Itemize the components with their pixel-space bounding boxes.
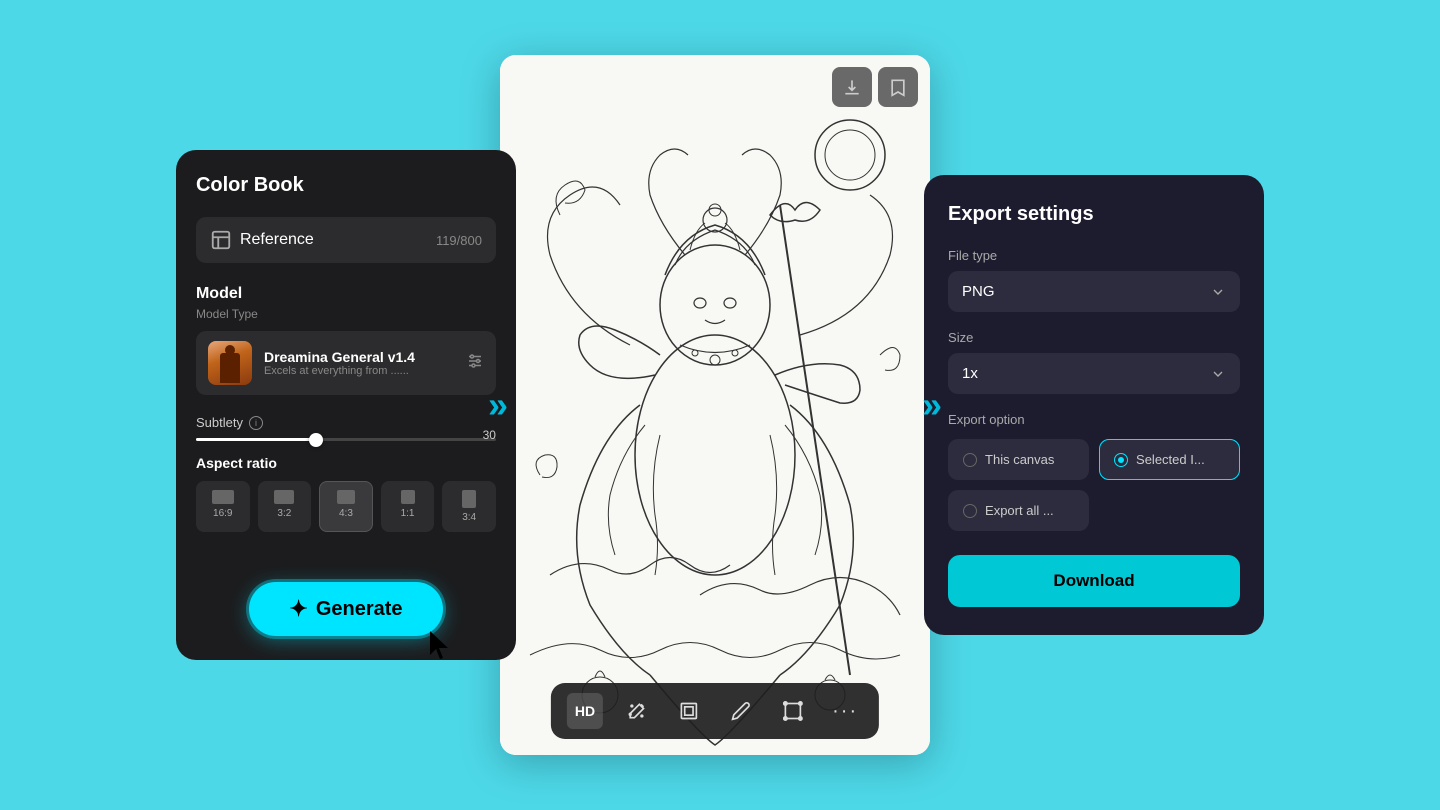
model-name: Dreamina General v1.4 — [264, 349, 454, 365]
export-option-label: Export option — [948, 412, 1240, 427]
generate-wrapper: ✦ Generate — [196, 582, 496, 636]
pen-tool-button[interactable] — [723, 693, 759, 729]
ar-rect-1-1 — [401, 490, 415, 504]
canvas-toolbar-top — [832, 67, 918, 107]
download-button[interactable]: Download — [948, 555, 1240, 607]
more-options-button[interactable]: ··· — [827, 693, 863, 729]
size-label: Size — [948, 330, 1240, 345]
this-canvas-label: This canvas — [985, 452, 1054, 467]
export-all-option[interactable]: Export all ... — [948, 490, 1089, 531]
selected-radio — [1114, 453, 1128, 467]
bookmark-button[interactable] — [878, 67, 918, 107]
export-panel: Export settings File type PNG Size 1x Ex… — [924, 175, 1264, 635]
ar-btn-1-1[interactable]: 1:1 — [381, 481, 435, 532]
left-panel: Color Book Reference 119/800 Model Model… — [176, 150, 516, 660]
generate-button[interactable]: ✦ Generate — [249, 582, 442, 636]
ar-btn-3-4[interactable]: 3:4 — [442, 481, 496, 532]
export-all-radio — [963, 504, 977, 518]
model-info: Dreamina General v1.4 Excels at everythi… — [264, 349, 454, 377]
size-select[interactable]: 1x — [948, 353, 1240, 394]
wand-tool-button[interactable] — [619, 693, 655, 729]
cursor-pointer — [426, 629, 454, 668]
model-card[interactable]: Dreamina General v1.4 Excels at everythi… — [196, 331, 496, 395]
subtlety-slider[interactable]: 30 — [196, 438, 496, 441]
reference-icon — [210, 229, 232, 251]
export-options-grid: This canvas Selected I... Export all ... — [948, 439, 1240, 531]
slider-thumb — [309, 433, 323, 447]
model-thumbnail — [208, 341, 252, 385]
panel-title: Color Book — [196, 174, 496, 197]
aspect-ratio-row: 16:9 3:2 4:3 1:1 3:4 — [196, 481, 496, 532]
left-arrow: » — [488, 384, 508, 425]
info-icon: i — [249, 416, 263, 430]
canvas-art — [500, 55, 930, 755]
ar-label-16-9: 16:9 — [213, 508, 232, 519]
aspect-ratio-label: Aspect ratio — [196, 455, 496, 471]
ar-rect-16-9 — [212, 490, 234, 504]
slider-track — [196, 438, 496, 441]
ar-label-3-2: 3:2 — [277, 508, 291, 519]
export-title: Export settings — [948, 203, 1240, 226]
subtlety-label: Subtlety — [196, 415, 243, 430]
reference-count: 119/800 — [436, 233, 482, 248]
model-settings-icon[interactable] — [466, 352, 484, 375]
selected-label: Selected I... — [1136, 452, 1205, 467]
frame-tool-button[interactable] — [671, 693, 707, 729]
file-type-value: PNG — [962, 283, 995, 300]
right-arrow: » — [922, 384, 942, 425]
left-arrow-connector: » — [488, 384, 508, 426]
file-type-select[interactable]: PNG — [948, 271, 1240, 312]
transform-tool-button[interactable] — [775, 693, 811, 729]
this-canvas-option[interactable]: This canvas — [948, 439, 1089, 480]
model-type-label: Model Type — [196, 307, 496, 321]
reference-left: Reference — [210, 229, 314, 251]
canvas-image — [500, 55, 930, 755]
canvas-toolbar-bottom: HD — [551, 683, 879, 739]
this-canvas-radio — [963, 453, 977, 467]
ar-btn-16-9[interactable]: 16:9 — [196, 481, 250, 532]
file-type-chevron — [1210, 284, 1226, 300]
hd-label: HD — [575, 703, 595, 719]
right-arrow-connector: » — [922, 384, 942, 426]
ar-btn-4-3[interactable]: 4:3 — [319, 481, 373, 532]
subtlety-value: 30 — [483, 428, 496, 442]
ar-label-4-3: 4:3 — [339, 508, 353, 519]
ar-rect-3-4 — [462, 490, 476, 508]
ar-rect-3-2 — [274, 490, 294, 504]
reference-bar[interactable]: Reference 119/800 — [196, 217, 496, 263]
ar-label-1-1: 1:1 — [401, 508, 415, 519]
reference-label: Reference — [240, 231, 314, 249]
main-container: Color Book Reference 119/800 Model Model… — [0, 0, 1440, 810]
size-chevron — [1210, 366, 1226, 382]
generate-label: Generate — [316, 598, 403, 621]
model-description: Excels at everything from ...... — [264, 365, 454, 377]
subtlety-row: Subtlety i — [196, 415, 496, 430]
ar-btn-3-2[interactable]: 3:2 — [258, 481, 312, 532]
download-canvas-button[interactable] — [832, 67, 872, 107]
size-value: 1x — [962, 365, 978, 382]
hd-button[interactable]: HD — [567, 693, 603, 729]
ar-label-3-4: 3:4 — [462, 512, 476, 523]
file-type-label: File type — [948, 248, 1240, 263]
canvas-panel: HD — [500, 55, 930, 755]
slider-fill — [196, 438, 316, 441]
model-section-label: Model — [196, 285, 496, 303]
selected-option[interactable]: Selected I... — [1099, 439, 1240, 480]
export-all-label: Export all ... — [985, 503, 1054, 518]
ar-rect-4-3 — [337, 490, 355, 504]
generate-star-icon: ✦ — [289, 596, 307, 622]
